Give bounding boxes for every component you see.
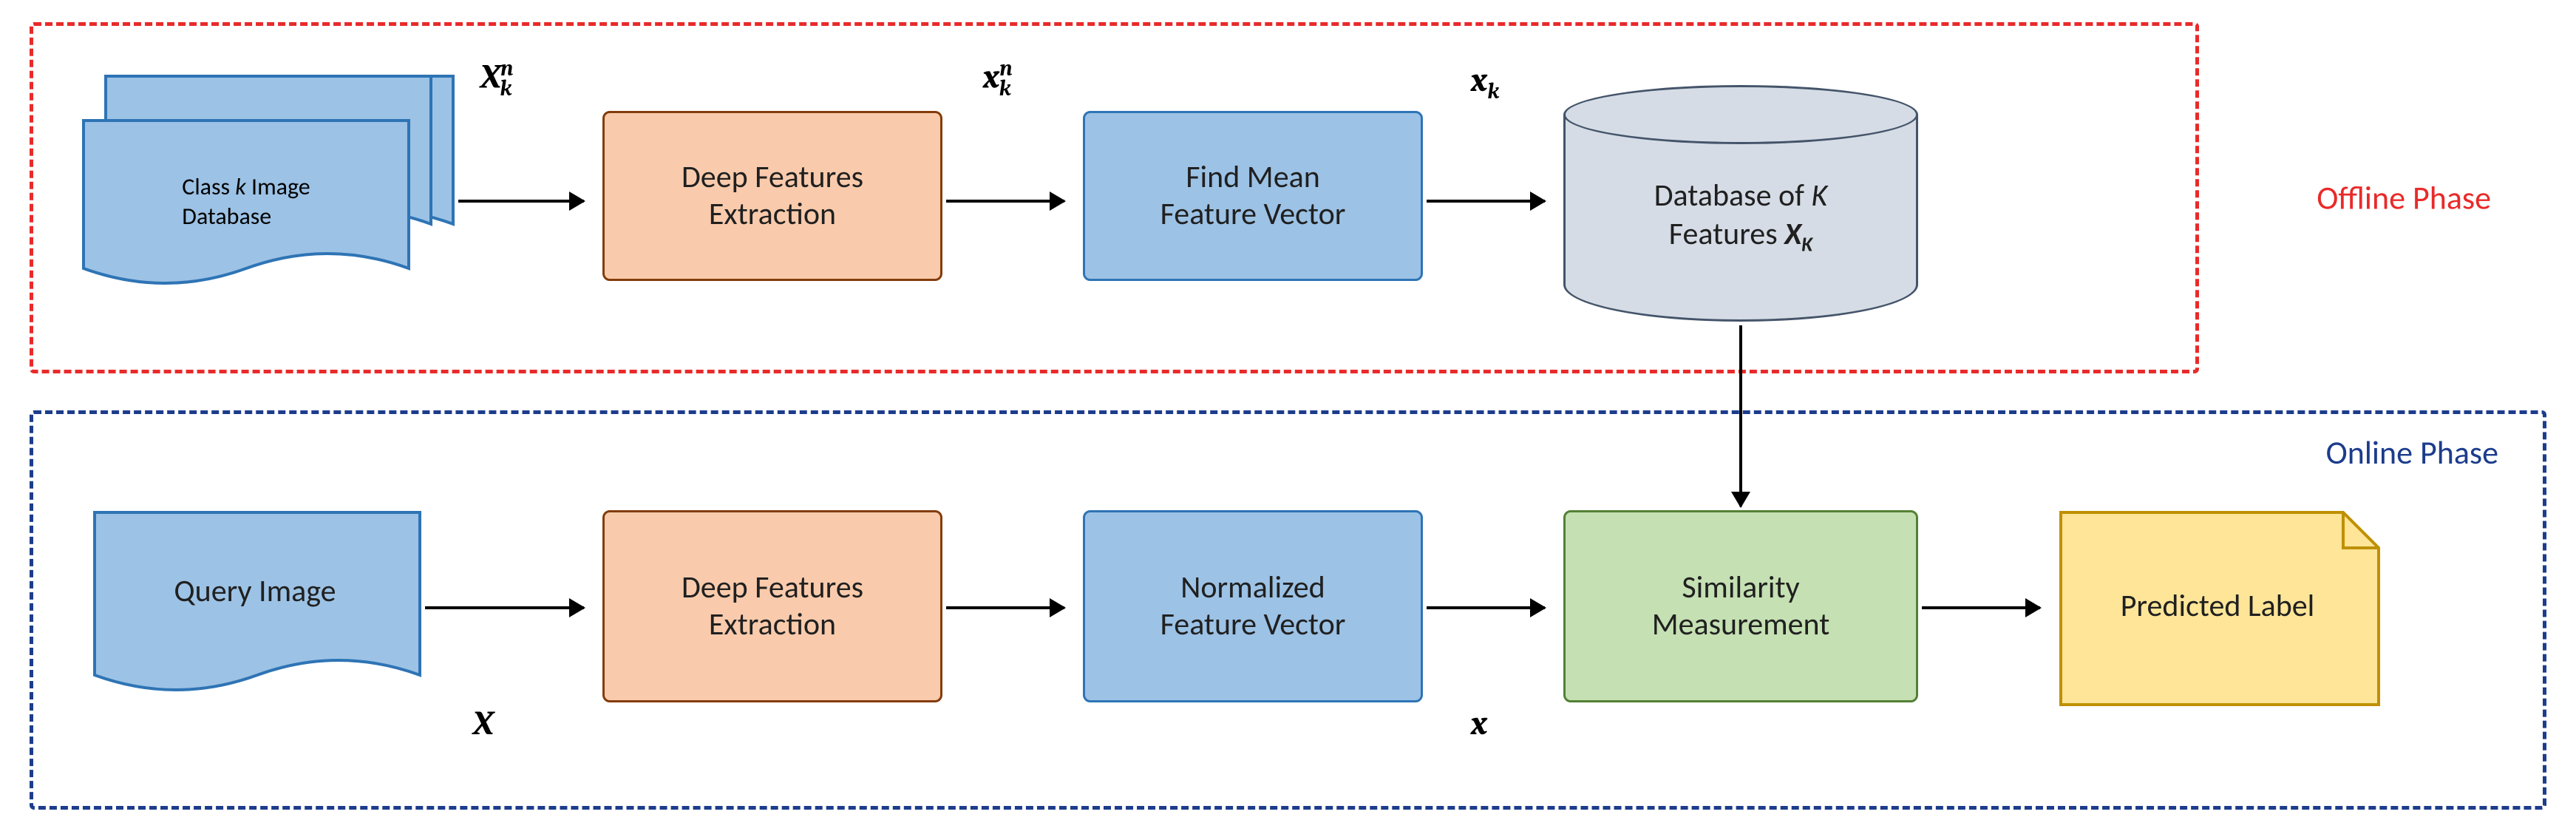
arrow-query-to-deepfeat	[425, 606, 584, 609]
predicted-label: Predicted Label	[2059, 510, 2376, 702]
normalized-feature-vector: NormalizedFeature Vector	[1083, 510, 1423, 702]
arrow-norm-to-sim	[1427, 606, 1545, 609]
online-phase-label: Online Phase	[2326, 433, 2498, 473]
diagram-canvas: Offline Phase Online Phase Class k Image…	[15, 15, 2561, 822]
arrow-deepfeat-to-norm	[946, 606, 1064, 609]
query-image-text: Query Image	[174, 572, 336, 611]
similarity-measurement: SimilarityMeasurement	[1563, 510, 1918, 702]
query-image: Query Image	[92, 510, 418, 702]
find-mean-feature-vector: Find MeanFeature Vector	[1083, 111, 1423, 281]
arrow-sim-to-pred	[1922, 606, 2040, 609]
norm-feat-text: NormalizedFeature Vector	[1160, 569, 1346, 644]
online-deep-features-extraction: Deep FeaturesExtraction	[602, 510, 942, 702]
var-xk: xk	[1471, 59, 1499, 106]
var-X-cap: X	[473, 702, 493, 745]
arrow-mean-to-db	[1427, 200, 1545, 203]
offline-deep-feat-text: Deep FeaturesExtraction	[682, 159, 863, 234]
find-mean-text: Find MeanFeature Vector	[1160, 159, 1346, 234]
arrow-db-to-similarity	[1739, 325, 1742, 506]
sim-meas-text: SimilarityMeasurement	[1652, 569, 1830, 644]
offline-deep-features-extraction: Deep FeaturesExtraction	[602, 111, 942, 281]
class-db-text: Class k ImageDatabase	[182, 172, 310, 231]
offline-phase-label: Offline Phase	[2317, 177, 2491, 218]
db-k-text: Database of KFeatures XK	[1654, 177, 1828, 258]
pred-label-text: Predicted Label	[2121, 587, 2315, 626]
var-Xkn-cap: Xnk	[480, 55, 512, 103]
online-deep-feat-text: Deep FeaturesExtraction	[682, 569, 863, 644]
var-x-low: x	[1471, 702, 1487, 745]
arrow-deepfeat-to-mean	[946, 200, 1064, 203]
arrow-classdb-to-deepfeat	[458, 200, 584, 203]
var-xkn: xnk	[983, 55, 1011, 103]
